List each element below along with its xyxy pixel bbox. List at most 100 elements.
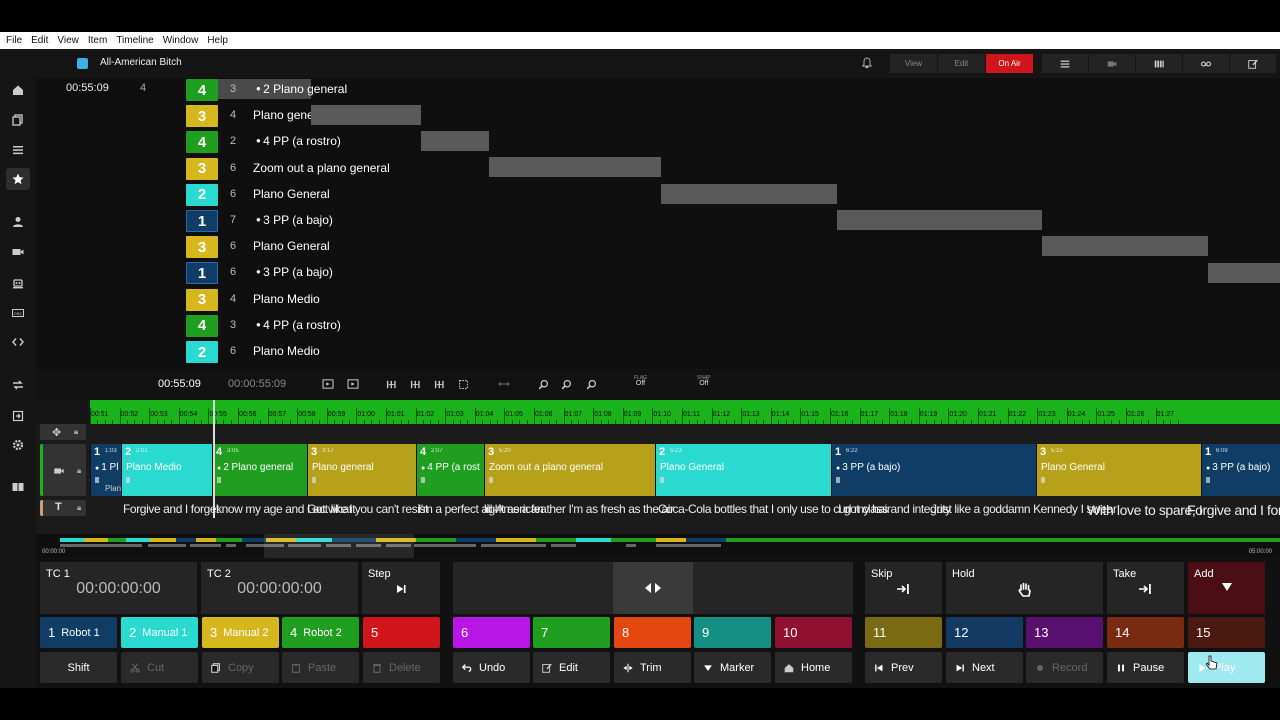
star-icon[interactable] [6,168,30,190]
settings-icon[interactable] [6,434,30,456]
playhead[interactable] [213,400,215,518]
shot-row[interactable]: 1 6 ● 3 PP (a bajo) [186,262,786,285]
play-button[interactable]: Play [1188,652,1265,683]
mode-edit[interactable]: Edit [938,54,986,73]
camera-preset-12[interactable]: 12 [946,617,1023,648]
shot-row[interactable]: 1 7 ● 3 PP (a bajo) [186,210,786,232]
view-edit-icon[interactable] [1230,54,1276,73]
video-icon[interactable] [6,241,30,263]
menu-window[interactable]: Window [163,35,199,46]
shot-row[interactable]: 2 6 Plano Medio [186,341,786,363]
osc-icon[interactable]: OSC [6,302,30,324]
undo-button[interactable]: Undo [453,652,530,683]
cut-button[interactable]: Cut [121,652,198,683]
code-icon[interactable] [6,331,30,353]
clip-out-icon[interactable] [346,377,360,391]
robot-icon[interactable] [6,272,30,294]
camera-preset-10[interactable]: 10 [775,617,852,648]
menu-file[interactable]: File [6,35,22,46]
book-icon[interactable] [6,476,30,498]
camera-preset-6[interactable]: 6 [453,617,530,648]
align-left-icon[interactable] [384,377,398,391]
lock-icon[interactable]: 🔒︎ [77,466,81,476]
shot-row[interactable]: 3 6 Plano General [186,236,786,259]
list-icon[interactable] [6,139,30,161]
camera-preset-7[interactable]: 7 [533,617,610,648]
camera-preset-5[interactable]: 5 [363,617,440,648]
camera-preset-3[interactable]: 3 Manual 2 [202,617,279,648]
subtitle-clip[interactable]: Forgive and I forg [1187,502,1280,518]
align-right-icon[interactable] [432,377,446,391]
menu-item[interactable]: Item [88,35,107,46]
group-icon[interactable] [456,377,470,391]
pause-button[interactable]: Pause [1107,652,1184,683]
camera-preset-13[interactable]: 13 [1026,617,1103,648]
camera-preset-4[interactable]: 4 Robot 2 [282,617,359,648]
menu-help[interactable]: Help [207,35,228,46]
snap-toggle[interactable]: SNAP Off [697,375,711,387]
tc1-display[interactable]: TC 1 00:00:00:00 [40,562,197,614]
delete-button[interactable]: Delete [363,652,440,683]
user-icon[interactable] [6,211,30,233]
camera-preset-15[interactable]: 15 [1188,617,1265,648]
zoom-in-icon[interactable] [584,377,598,391]
camera-preset-1[interactable]: 1 Robot 1 [40,617,117,648]
subtitle-clip[interactable]: With love to spare, I [1087,502,1203,518]
camera-preset-2[interactable]: 2 Manual 1 [121,617,198,648]
step-button[interactable]: Step [362,562,440,614]
camera-preset-8[interactable]: 8 [614,617,691,648]
zoom-fit-icon[interactable] [559,377,573,391]
scrub-handle[interactable] [613,562,693,614]
trim-button[interactable]: Trim [614,652,691,683]
record-button[interactable]: Record [1026,652,1103,683]
menu-view[interactable]: View [57,35,79,46]
camera-preset-9[interactable]: 9 [694,617,771,648]
subtitle-clip[interactable]: light as a feather I'm as fresh as the a… [484,502,674,516]
shot-row[interactable]: 3 4 Plano general [186,105,786,128]
shot-row[interactable]: 4 3 ● 4 PP (a rostro) [186,314,786,337]
prev-button[interactable]: Prev [865,652,942,683]
zoom-out-icon[interactable] [536,377,550,391]
view-camera-icon[interactable] [1089,54,1135,73]
timeline-clip[interactable]: 3 5:20 Zoom out a plano general [484,444,655,496]
next-button[interactable]: Next [946,652,1023,683]
edit-button[interactable]: Edit [533,652,610,683]
lock-icon[interactable]: 🔒︎ [77,503,81,513]
timeline-clip[interactable]: 1 6:09 ● 3 PP (a bajo) [1201,444,1280,496]
tc2-display[interactable]: TC 2 00:00:00:00 [201,562,358,614]
camera-preset-11[interactable]: 11 [865,617,942,648]
shot-row[interactable]: 3 6 Zoom out a plano general [186,157,786,180]
menu-timeline[interactable]: Timeline [116,35,153,46]
export-icon[interactable] [6,405,30,427]
lock-icon[interactable]: 🔒︎ [74,427,78,437]
subtitle-clip[interactable]: Got what you can't resist [307,502,428,516]
shot-row[interactable]: 3 4 Plano Medio [186,288,786,311]
home-icon[interactable] [6,79,30,101]
subtitle-clip[interactable]: Forgive and I forget [123,502,219,516]
clip-in-icon[interactable] [321,377,335,391]
skip-button[interactable]: Skip [865,562,942,614]
mode-on-air[interactable]: On Air [986,54,1034,73]
add-button[interactable]: Add [1188,562,1265,614]
timeline-clip[interactable]: 3 5:15 Plano General [1036,444,1201,496]
preview-scrub-area[interactable] [453,562,853,614]
shift-button[interactable]: Shift [40,652,117,683]
take-button[interactable]: Take [1107,562,1184,614]
view-list-icon[interactable] [1042,54,1088,73]
home-button[interactable]: Home [775,652,852,683]
view-columns-icon[interactable] [1136,54,1182,73]
timeline-clip[interactable]: 4 2:07 ● 4 PP (a rost [416,444,484,496]
shot-row[interactable]: 4 3 ● 2 Plano general [186,79,786,101]
move-icon[interactable]: ✥ [52,426,61,439]
expand-icon[interactable] [497,377,511,391]
overview-viewport[interactable] [264,534,414,558]
timeline-clip[interactable]: 1 1:03 ● 1 Pl Plan [90,444,121,496]
copy-button[interactable]: Copy [202,652,279,683]
menu-edit[interactable]: Edit [31,35,48,46]
bell-icon[interactable] [861,56,873,74]
flag-toggle[interactable]: FLAG Off [634,375,647,387]
timeline-overview[interactable]: 00:00:00 05:00:00 [36,534,1280,558]
copy-icon[interactable] [6,109,30,131]
marker-button[interactable]: Marker [694,652,771,683]
view-tape-icon[interactable] [1183,54,1229,73]
